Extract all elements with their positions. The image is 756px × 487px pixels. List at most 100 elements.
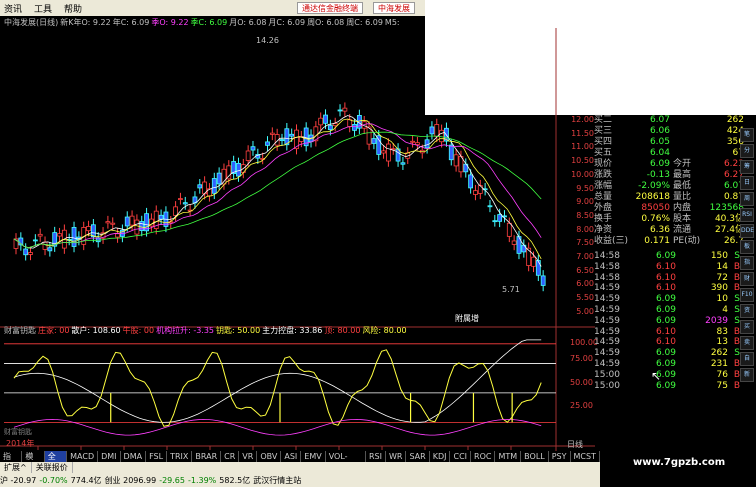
tick-volume: 13 xyxy=(716,337,728,348)
indicator-tab[interactable]: CR xyxy=(221,451,240,462)
quote-value: 123568 xyxy=(709,203,744,213)
quote-value: 0.76% xyxy=(641,214,670,224)
tick-volume: 76 xyxy=(716,369,728,380)
quote-value: 6.05 xyxy=(649,137,670,147)
status-item: -29.65 xyxy=(159,475,185,485)
candle-body xyxy=(376,135,382,155)
tick-time: 14:59 xyxy=(594,326,620,337)
quote-table: 买二 6.07 262 买三 6.06 424 买四 6.05 356 买五 6.04 67 现价 6.0… xyxy=(594,115,744,249)
side-tab[interactable]: 分 xyxy=(740,144,754,158)
indicator-tab[interactable]: ASI xyxy=(281,451,302,462)
extension-button[interactable]: 关联报价 xyxy=(32,462,73,473)
indicator-tab[interactable]: DMI xyxy=(98,451,121,462)
indicator-tab[interactable]: PSY xyxy=(549,451,571,462)
candle-body xyxy=(57,233,62,237)
candle-body xyxy=(236,162,241,177)
promo-banner[interactable]: 通达信金融终端 中海发展 xyxy=(297,2,415,14)
tick-time: 14:58 xyxy=(594,251,620,261)
indicator-tick-label: 75.00 xyxy=(570,354,593,363)
side-tab[interactable]: 日 xyxy=(740,176,754,190)
indicator-tab[interactable]: BOLL xyxy=(521,451,549,462)
quote-label xyxy=(670,115,704,126)
indicator-tab-bar[interactable]: 指标模板全部MACDDMIDMAFSLTRIXBRARCRVROBVASIEMV… xyxy=(0,451,600,472)
tick-side: S xyxy=(734,315,740,326)
candle-body xyxy=(178,198,183,200)
tick-time: 15:00 xyxy=(594,369,620,380)
quote-row: 收益(三) 0.171 PE(动) 26.7 xyxy=(594,236,744,247)
side-tab[interactable]: 资 xyxy=(740,304,754,318)
side-tab[interactable]: 买 xyxy=(740,320,754,334)
tick-time: 14:59 xyxy=(594,337,620,348)
indicator-tab[interactable]: SAR xyxy=(406,451,430,462)
tick-time: 14:59 xyxy=(594,358,620,369)
tick-list[interactable]: 14:58 6.09 150 S 14:58 6.10 14 B 14:58 6.10 72 B 14:… xyxy=(594,251,744,409)
indicator-tab[interactable]: 模板 xyxy=(22,451,45,472)
price-tick-label: 5.00 xyxy=(576,306,594,316)
quote-label: 买五 xyxy=(594,148,613,158)
info-value: 新K年O: 9.22 xyxy=(60,18,111,27)
tick-volume: 10 xyxy=(716,294,728,305)
kline-info-bar: 中海发展(日线) 新K年O: 9.22 年C: 6.09 季O: 9.22 季C: 6.… xyxy=(4,17,564,28)
extension-button[interactable]: 扩展^ xyxy=(0,462,32,473)
candle-body xyxy=(347,119,353,127)
indicator-tab[interactable]: 指标 xyxy=(0,451,23,472)
side-tab[interactable]: DDE xyxy=(740,224,754,238)
indicator-info-bar: 财富钥匙 庄家: 00 散户: 108.60 牛股: 00 机构拉升: -3.35 钥匙:… xyxy=(4,325,564,336)
indicator-tab[interactable]: FSL xyxy=(146,451,168,462)
indicator-tab[interactable]: KDJ xyxy=(430,451,451,462)
side-tab[interactable]: 周 xyxy=(740,192,754,206)
quote-row: 净资 6.36 流通 27.4亿 xyxy=(594,225,744,236)
indicator-tab[interactable]: RSI xyxy=(366,451,386,462)
indicator-tab[interactable]: 全部 xyxy=(44,451,68,472)
indicator-value: 牛股: 00 xyxy=(122,326,155,335)
candle-body xyxy=(134,219,140,235)
period-label: 日线 xyxy=(567,439,583,449)
indicator-tab[interactable]: OBV xyxy=(257,451,282,462)
menu-item[interactable]: 资讯 xyxy=(0,2,30,15)
price-tick-label: 7.50 xyxy=(576,238,594,248)
side-tab[interactable]: 笔 xyxy=(740,128,754,142)
side-tool-tabs[interactable]: 笔分筹日周 RSI DDE 板指财 F10 资买卖自新 xyxy=(740,128,756,468)
indicator-tab[interactable]: BRAR xyxy=(192,451,222,462)
side-tab[interactable]: 指 xyxy=(740,256,754,270)
quote-value: 262 xyxy=(726,115,744,125)
indicator-tab[interactable]: MACD xyxy=(67,451,99,462)
side-tab[interactable]: 筹 xyxy=(740,160,754,174)
indicator-tab[interactable]: WR xyxy=(386,451,407,462)
indicator-tab[interactable]: TRIX xyxy=(167,451,193,462)
tick-volume: 72 xyxy=(716,272,728,283)
extension-bar[interactable]: 扩展^ 关联报价 xyxy=(0,462,600,473)
menu-item[interactable]: 帮助 xyxy=(60,2,90,15)
indicator-tab[interactable]: ROC xyxy=(471,451,496,462)
indicator-tab[interactable]: VOL-TDX xyxy=(326,451,366,472)
tick-row: 14:58 6.10 14 B xyxy=(594,262,744,273)
side-tab[interactable]: 卖 xyxy=(740,336,754,350)
side-tab[interactable]: 板 xyxy=(740,240,754,254)
side-tab[interactable]: RSI xyxy=(740,208,754,222)
candle-body xyxy=(429,126,435,135)
indicator-value: 主力控盘: 33.86 xyxy=(262,326,323,335)
quote-value: 40.3亿 xyxy=(714,214,744,224)
price-tick-label: 9.50 xyxy=(576,183,594,193)
side-tab[interactable]: 财 xyxy=(740,272,754,286)
quote-row: 买二 6.07 262 xyxy=(594,115,744,126)
promo-link[interactable]: 通达信金融终端 xyxy=(297,2,363,14)
promo-link[interactable]: 中海发展 xyxy=(373,2,415,14)
indicator-tab[interactable]: EMV xyxy=(301,451,326,462)
indicator-tab[interactable]: DMA xyxy=(121,451,147,462)
quote-value: 6.07 xyxy=(649,115,670,125)
indicator-tab[interactable]: VR xyxy=(239,451,258,462)
candle-body xyxy=(453,154,459,167)
indicator-tab[interactable]: CCI xyxy=(450,451,472,462)
indicator-tab[interactable]: MCST xyxy=(571,451,600,462)
menu-item[interactable]: 工具 xyxy=(30,2,60,15)
quote-row: 涨跌 -0.13 最高 6.27 xyxy=(594,170,744,181)
status-item: 武汉行情主站 xyxy=(253,475,302,485)
quote-value: 424 xyxy=(726,126,744,136)
side-tab[interactable]: F10 xyxy=(740,288,754,302)
side-tab[interactable]: 新 xyxy=(740,368,754,382)
status-bar: 沪 -20.97 -0.70% 774.4亿 创业 2096.99 -29.65 -1.3… xyxy=(0,473,600,487)
kline-chart[interactable]: 234567891011122 财富钥匙 14.26 5.71 附属增 2014… xyxy=(0,16,595,460)
indicator-tab[interactable]: MTM xyxy=(495,451,522,462)
side-tab[interactable]: 自 xyxy=(740,352,754,366)
